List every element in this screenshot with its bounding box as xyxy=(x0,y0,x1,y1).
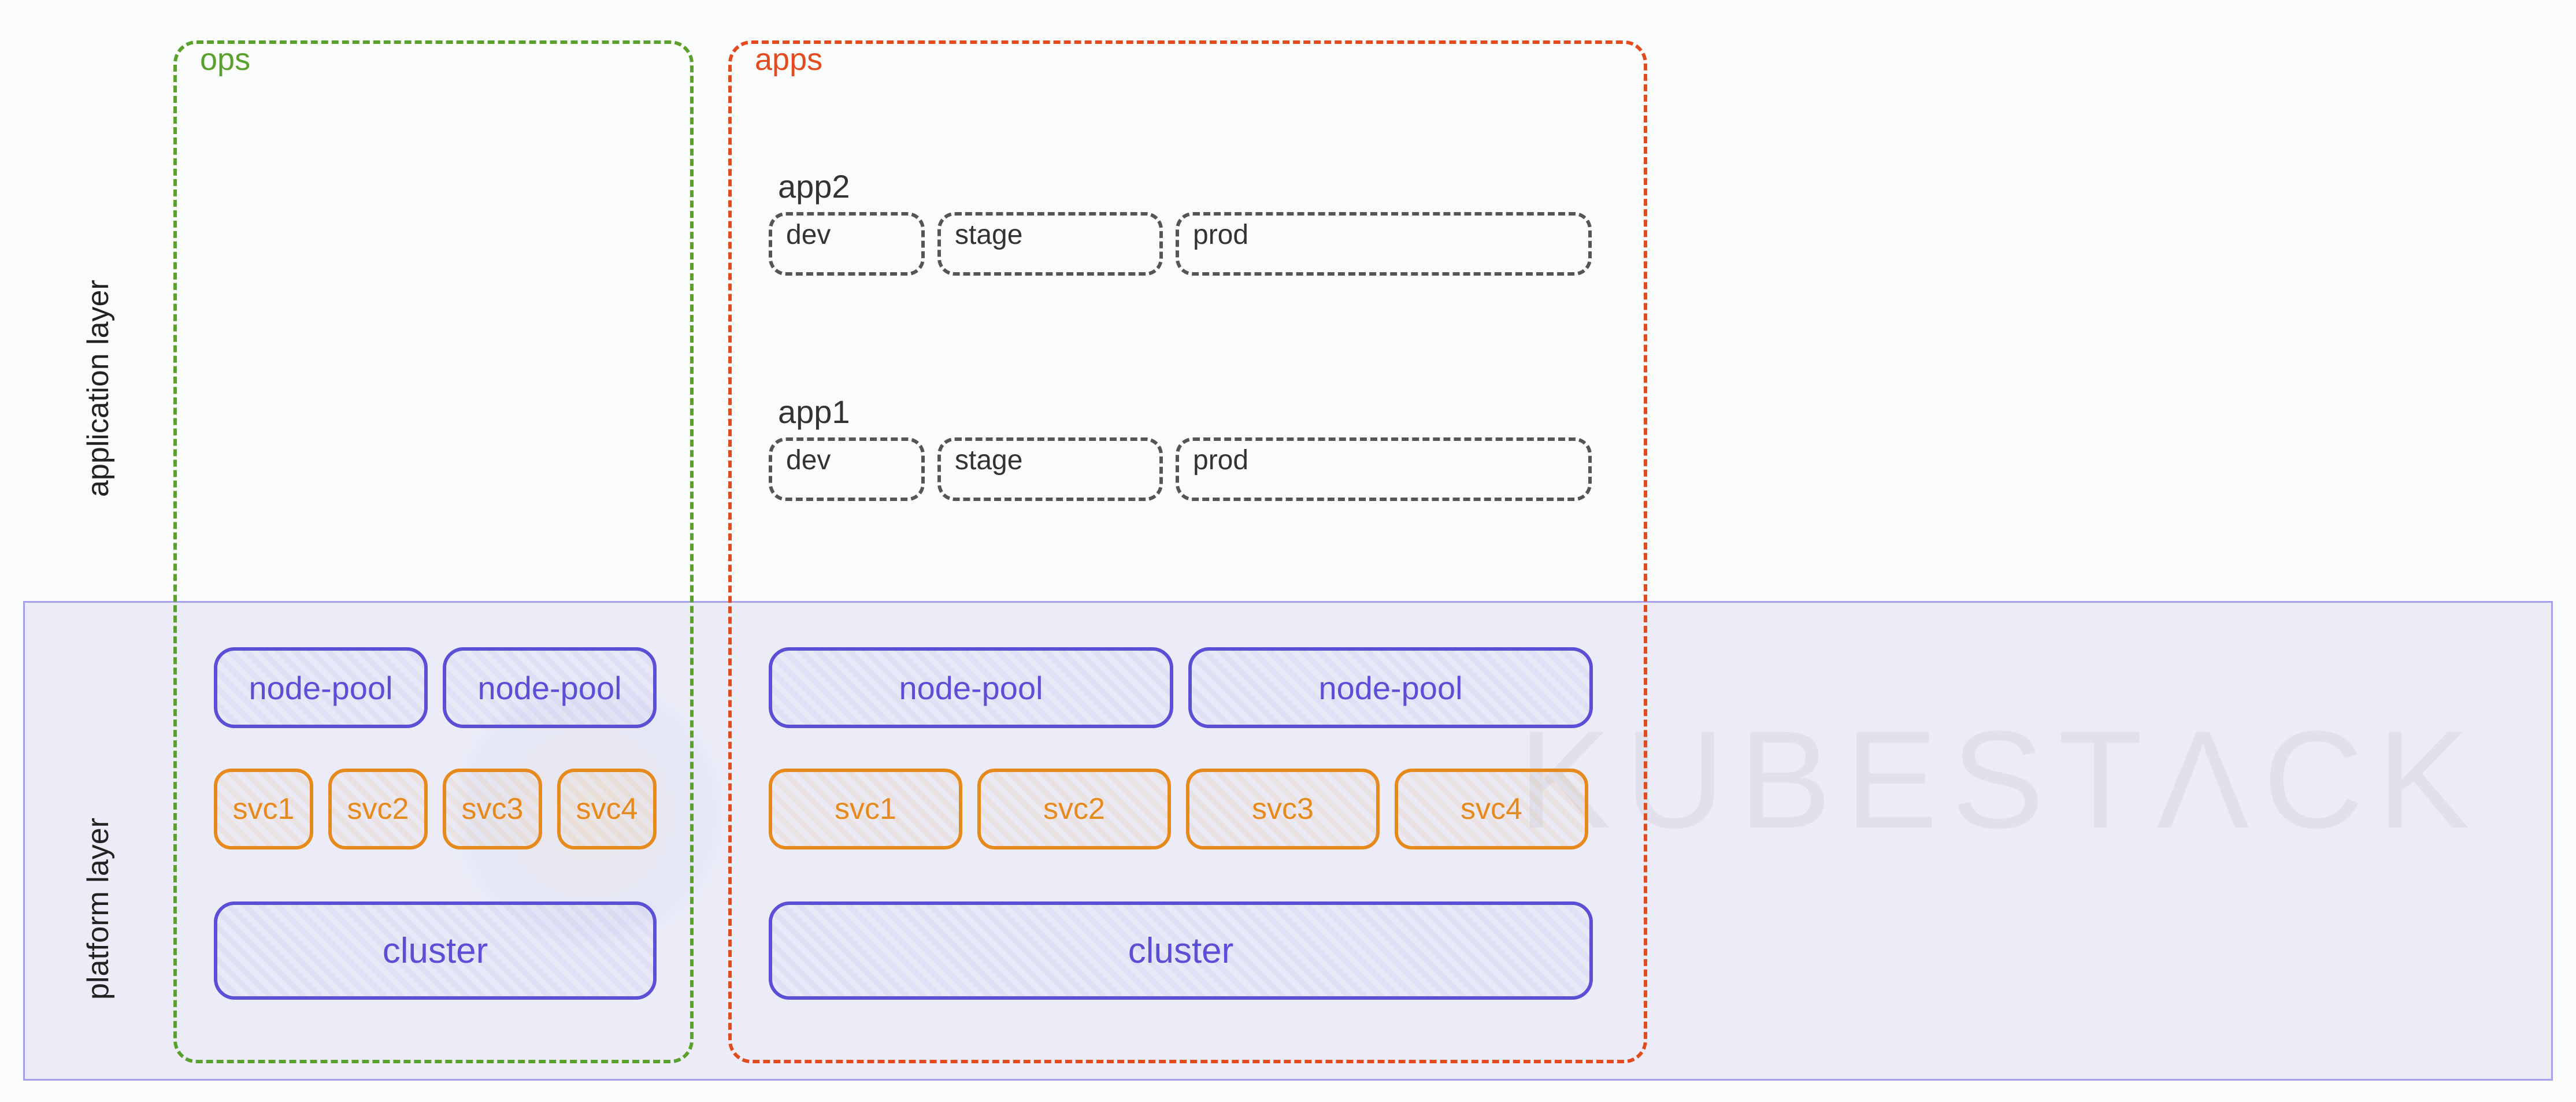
svc-label: svc3 xyxy=(1252,792,1314,826)
app1-env-stage: stage xyxy=(937,437,1163,501)
apps-svc1: svc1 xyxy=(769,769,962,849)
env-label: stage xyxy=(955,219,1022,251)
ops-svc1: svc1 xyxy=(214,769,313,849)
app1-title: app1 xyxy=(778,393,1592,431)
node-pool-label: node-pool xyxy=(477,669,621,707)
apps-node-pool-row: node-pool node-pool xyxy=(769,647,1593,728)
apps-svc4: svc4 xyxy=(1395,769,1588,849)
node-pool-label: node-pool xyxy=(899,669,1043,707)
env-label: dev xyxy=(786,219,831,251)
node-pool-label: node-pool xyxy=(1318,669,1462,707)
app2-env-dev: dev xyxy=(769,212,925,276)
ops-cluster: cluster xyxy=(214,901,657,1000)
node-pool-label: node-pool xyxy=(249,669,392,707)
apps-svc-row: svc1 svc2 svc3 svc4 xyxy=(769,769,1588,849)
apps-column-label: apps xyxy=(750,42,827,77)
svc-label: svc2 xyxy=(1043,792,1105,826)
svc-label: svc3 xyxy=(462,792,524,826)
apps-node-pool-2: node-pool xyxy=(1188,647,1593,728)
platform-layer-label: platform layer xyxy=(81,676,116,1000)
app2-group: app2 dev stage prod xyxy=(769,168,1592,276)
app2-env-row: dev stage prod xyxy=(769,212,1592,276)
ops-svc3: svc3 xyxy=(443,769,542,849)
app2-env-stage: stage xyxy=(937,212,1163,276)
env-label: prod xyxy=(1193,219,1248,251)
apps-cluster: cluster xyxy=(769,901,1593,1000)
application-layer-label: application layer xyxy=(81,173,116,497)
ops-svc2: svc2 xyxy=(328,769,428,849)
env-label: dev xyxy=(786,444,831,476)
app1-group: app1 dev stage prod xyxy=(769,393,1592,501)
svc-label: svc4 xyxy=(576,792,638,826)
svc-label: svc2 xyxy=(347,792,409,826)
ops-svc4: svc4 xyxy=(557,769,657,849)
app1-env-prod: prod xyxy=(1176,437,1592,501)
app2-title: app2 xyxy=(778,168,1592,205)
ops-node-pool-row: node-pool node-pool xyxy=(214,647,657,728)
cluster-label: cluster xyxy=(1128,930,1234,971)
cluster-label: cluster xyxy=(383,930,488,971)
svc-label: svc4 xyxy=(1461,792,1522,826)
apps-svc2: svc2 xyxy=(977,769,1171,849)
apps-node-pool-1: node-pool xyxy=(769,647,1173,728)
ops-column-label: ops xyxy=(195,42,255,77)
ops-node-pool-1: node-pool xyxy=(214,647,428,728)
diagram-stage: KUBESTΛCK application layer platform lay… xyxy=(0,0,2576,1102)
svc-label: svc1 xyxy=(233,792,295,826)
app1-env-dev: dev xyxy=(769,437,925,501)
apps-svc3: svc3 xyxy=(1186,769,1380,849)
env-label: prod xyxy=(1193,444,1248,476)
app1-env-row: dev stage prod xyxy=(769,437,1592,501)
ops-svc-row: svc1 svc2 svc3 svc4 xyxy=(214,769,657,849)
svc-label: svc1 xyxy=(835,792,896,826)
ops-node-pool-2: node-pool xyxy=(443,647,657,728)
env-label: stage xyxy=(955,444,1022,476)
app2-env-prod: prod xyxy=(1176,212,1592,276)
